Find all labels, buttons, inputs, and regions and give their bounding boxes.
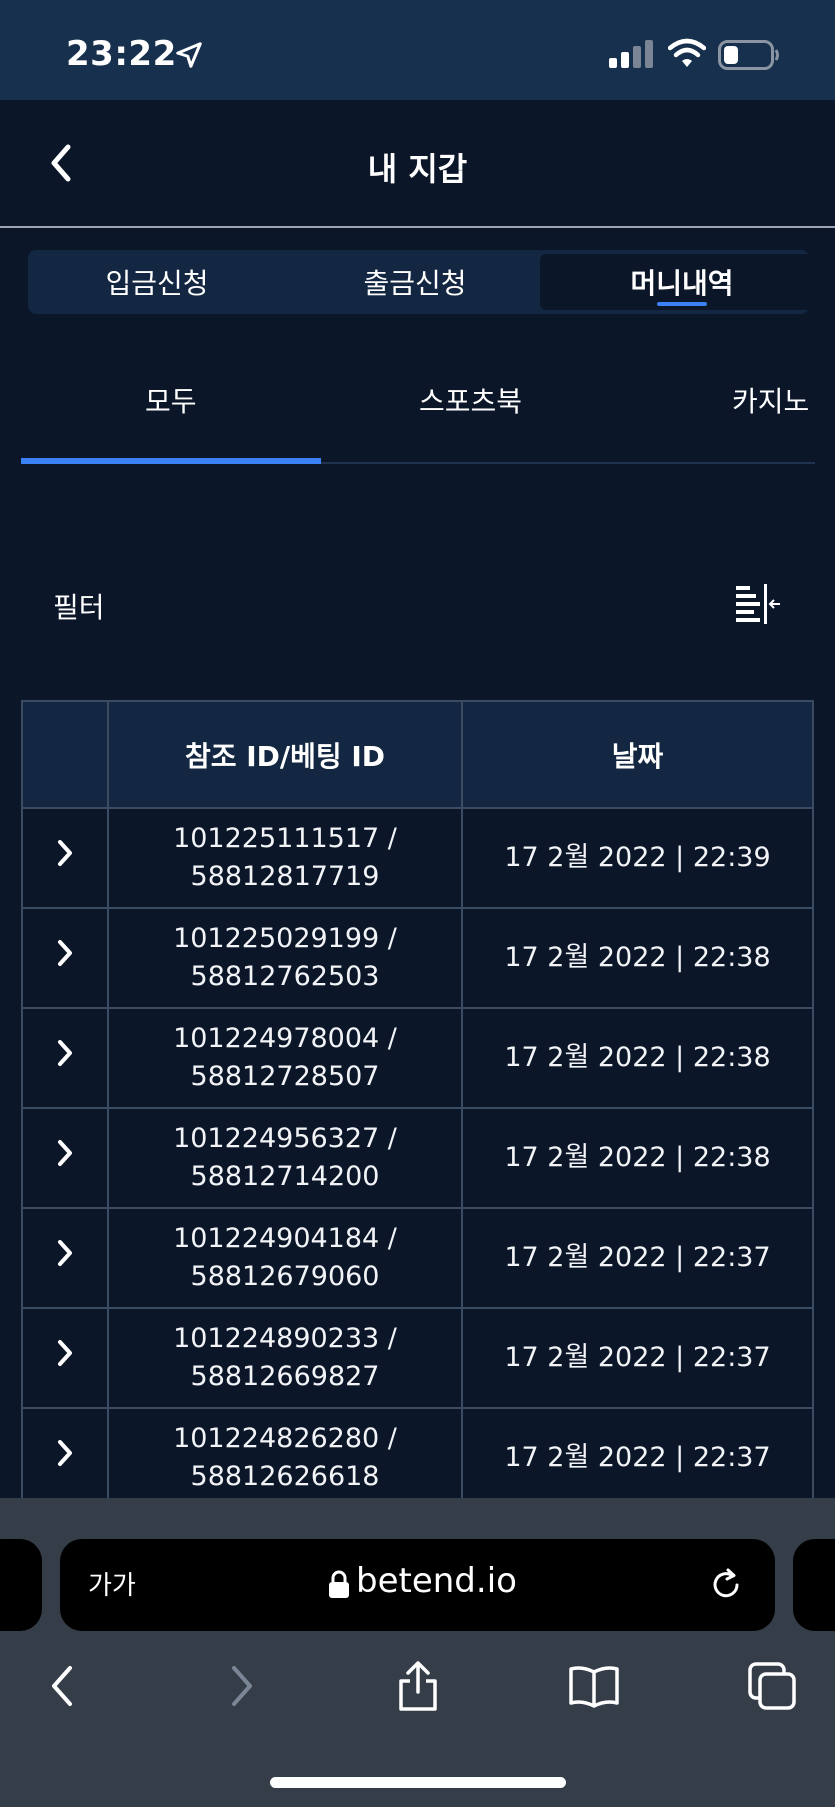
filter-toggle-icon[interactable] — [734, 582, 782, 626]
home-indicator — [270, 1777, 566, 1788]
chevron-right-icon — [58, 939, 72, 966]
wallet-segmented-control: 입금신청 출금신청 머니내역 — [28, 250, 824, 314]
tab-deposit-request[interactable]: 입금신청 — [32, 254, 282, 310]
ref-id: 101224956327 / — [173, 1123, 397, 1154]
ref-id-cell: 101224956327 / 58812714200 — [107, 1107, 463, 1209]
previous-tab-preview[interactable] — [0, 1539, 42, 1631]
date-cell: 17 2월 2022 | 22:38 — [461, 907, 814, 1009]
chevron-right-icon — [58, 1039, 72, 1066]
url-text: betend.io — [356, 1561, 517, 1601]
lock-icon — [329, 1570, 349, 1598]
tab-all[interactable]: 모두 — [145, 380, 197, 420]
chevron-right-icon — [58, 839, 72, 866]
table-row[interactable]: 101225111517 / 58812817719 17 2월 2022 | 2… — [21, 807, 814, 909]
ref-id-cell: 101224826280 / 58812626618 — [107, 1407, 463, 1498]
tabs-icon — [748, 1662, 796, 1710]
chevron-right-icon — [58, 1139, 72, 1166]
ref-id-cell: 101224904184 / 58812679060 — [107, 1207, 463, 1309]
ref-id-column-header: 참조 ID/베팅 ID — [107, 700, 463, 809]
address-bar[interactable]: 가가 betend.io — [60, 1539, 775, 1631]
chevron-right-icon — [232, 1666, 252, 1706]
page-title: 내 지갑 — [367, 150, 468, 188]
ref-id-cell: 101225111517 / 58812817719 — [107, 807, 463, 909]
date-cell: 17 2월 2022 | 22:38 — [461, 1107, 814, 1209]
ref-id-cell: 101224890233 / 58812669827 — [107, 1307, 463, 1409]
battery-icon — [718, 40, 779, 70]
expand-row-button[interactable] — [21, 1307, 109, 1409]
expand-row-button[interactable] — [21, 1407, 109, 1498]
table-row[interactable]: 101224978004 / 58812728507 17 2월 2022 | 2… — [21, 1007, 814, 1109]
expand-row-button[interactable] — [21, 807, 109, 909]
active-tab-underline — [657, 302, 707, 306]
cellular-signal-icon — [609, 40, 653, 68]
expand-row-button[interactable] — [21, 1207, 109, 1309]
tab-label: 출금신청 — [363, 267, 467, 300]
table-header-row: 참조 ID/베팅 ID 날짜 — [21, 700, 814, 809]
tab-money-history[interactable]: 머니내역 — [540, 254, 824, 310]
reload-icon[interactable] — [708, 1567, 744, 1603]
chevron-right-icon — [58, 1239, 72, 1266]
share-button[interactable] — [390, 1658, 446, 1714]
date-cell: 17 2월 2022 | 22:39 — [461, 807, 814, 909]
date-cell: 17 2월 2022 | 22:37 — [461, 1407, 814, 1498]
ref-id: 101225111517 / — [173, 823, 397, 854]
expand-column-header — [21, 700, 109, 809]
date-cell: 17 2월 2022 | 22:37 — [461, 1307, 814, 1409]
money-history-table: 참조 ID/베팅 ID 날짜 101225111517 / 58812817719… — [21, 700, 814, 1498]
table-row[interactable]: 101224890233 / 58812669827 17 2월 2022 | 2… — [21, 1307, 814, 1409]
date-column-header: 날짜 — [461, 700, 814, 809]
bet-id: 58812626618 — [190, 1461, 380, 1492]
ref-id-cell: 101224978004 / 58812728507 — [107, 1007, 463, 1109]
text-size-button[interactable]: 가가 — [88, 1565, 136, 1602]
active-category-indicator — [21, 458, 321, 464]
tab-withdrawal-request[interactable]: 출금신청 — [290, 254, 540, 310]
expand-row-button[interactable] — [21, 907, 109, 1009]
bet-id: 58812762503 — [190, 961, 380, 992]
history-table-container: 참조 ID/베팅 ID 날짜 101225111517 / 58812817719… — [21, 700, 814, 1498]
status-bar: 23:22 — [0, 0, 835, 100]
expand-row-button[interactable] — [21, 1107, 109, 1209]
share-icon — [399, 1661, 437, 1711]
next-tab-preview[interactable] — [793, 1539, 835, 1631]
bet-id: 58812728507 — [190, 1061, 380, 1092]
book-icon — [569, 1666, 619, 1708]
ref-id: 101224826280 / — [173, 1423, 397, 1454]
date-cell: 17 2월 2022 | 22:38 — [461, 1007, 814, 1109]
tab-label: 입금신청 — [105, 267, 209, 300]
date-cell: 17 2월 2022 | 22:37 — [461, 1207, 814, 1309]
bet-id: 58812679060 — [190, 1261, 380, 1292]
status-time: 23:22 — [66, 34, 177, 74]
category-tabs: 모두 스포츠북 카지노 — [21, 360, 815, 464]
tabs-button[interactable] — [744, 1658, 800, 1714]
chevron-right-icon — [58, 1439, 72, 1466]
tab-casino[interactable]: 카지노 — [732, 380, 809, 420]
ref-id-cell: 101225029199 / 58812762503 — [107, 907, 463, 1009]
location-arrow-icon — [176, 42, 202, 68]
filter-label: 필터 — [53, 591, 105, 624]
chevron-left-icon — [52, 1666, 72, 1706]
table-row[interactable]: 101225029199 / 58812762503 17 2월 2022 | 2… — [21, 907, 814, 1009]
wifi-icon — [668, 38, 706, 67]
app-header: 내 지갑 — [0, 100, 835, 228]
bet-id: 58812817719 — [190, 861, 380, 892]
ref-id: 101225029199 / — [173, 923, 397, 954]
table-row[interactable]: 101224904184 / 58812679060 17 2월 2022 | 2… — [21, 1207, 814, 1309]
bookmarks-button[interactable] — [566, 1658, 622, 1714]
ref-id: 101224890233 / — [173, 1323, 397, 1354]
browser-back-button[interactable] — [34, 1658, 90, 1714]
expand-row-button[interactable] — [21, 1007, 109, 1109]
chevron-right-icon — [58, 1339, 72, 1366]
tab-sportsbook[interactable]: 스포츠북 — [419, 380, 522, 420]
table-row[interactable]: 101224826280 / 58812626618 17 2월 2022 | 2… — [21, 1407, 814, 1498]
bet-id: 58812669827 — [190, 1361, 380, 1392]
tab-label: 머니내역 — [630, 267, 734, 300]
ref-id: 101224904184 / — [173, 1223, 397, 1254]
table-row[interactable]: 101224956327 / 58812714200 17 2월 2022 | 2… — [21, 1107, 814, 1209]
browser-forward-button[interactable] — [214, 1658, 270, 1714]
bet-id: 58812714200 — [190, 1161, 380, 1192]
ref-id: 101224978004 / — [173, 1023, 397, 1054]
